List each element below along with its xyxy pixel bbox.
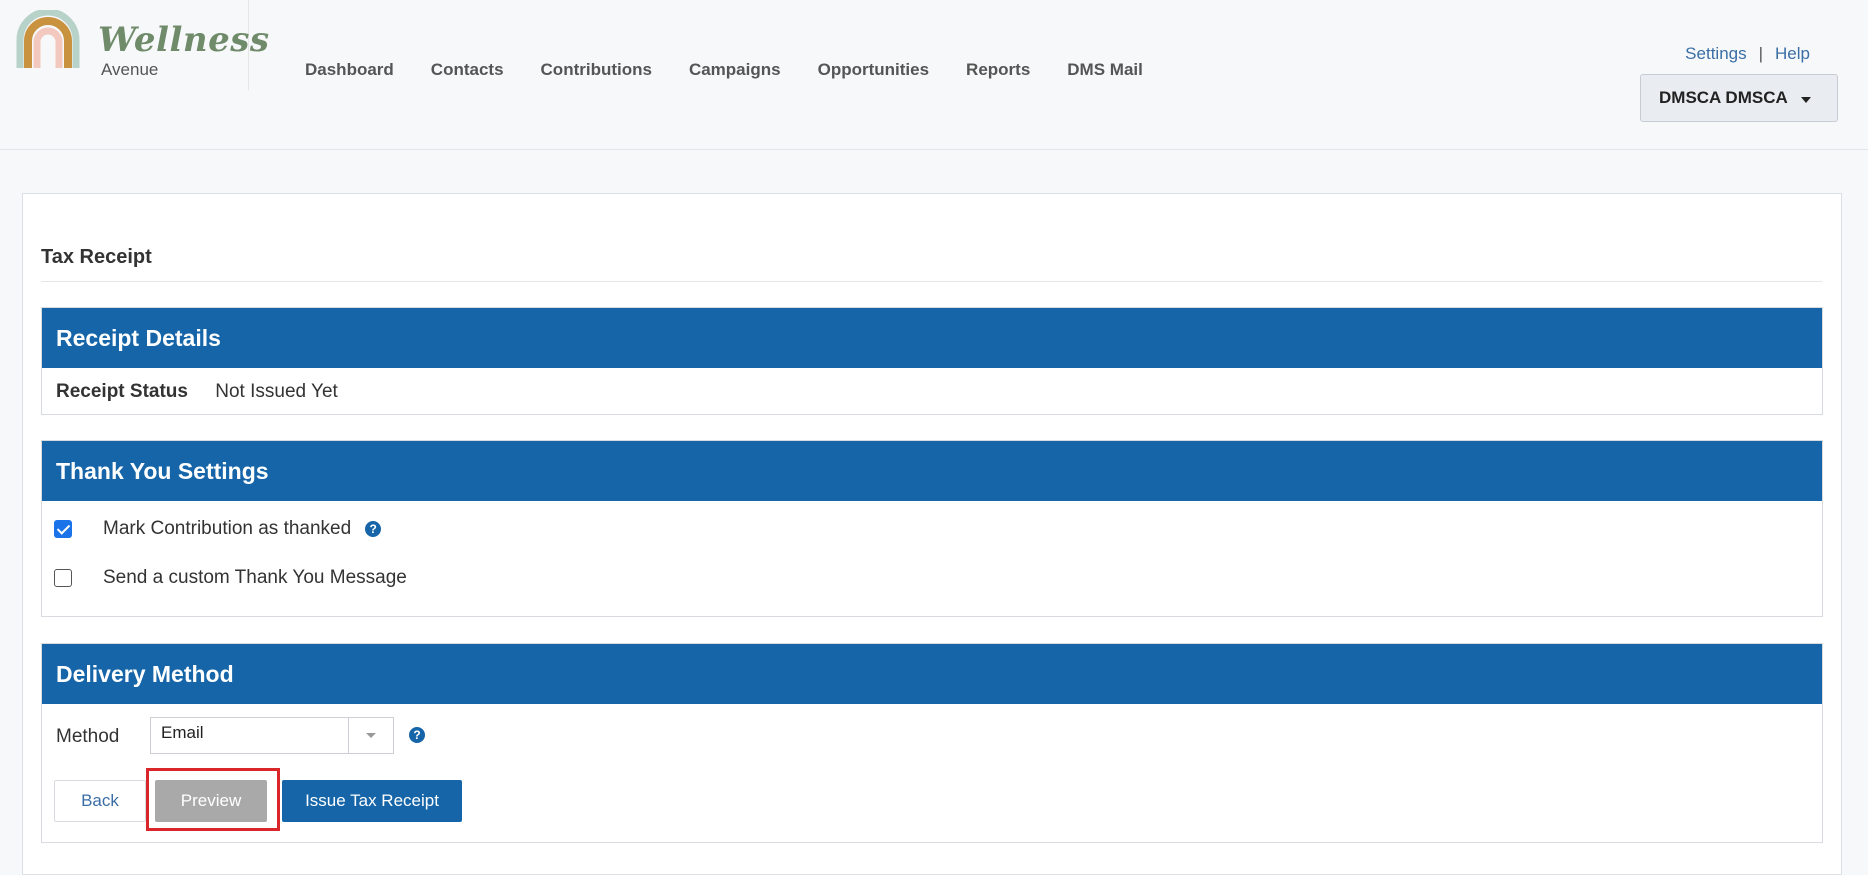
method-label: Method	[56, 726, 120, 747]
mark-thanked-row: Mark Contribution as thanked ?	[54, 518, 382, 540]
caret-down-icon	[1801, 97, 1811, 103]
custom-message-label: Send a custom Thank You Message	[103, 567, 407, 588]
receipt-status-label: Receipt Status	[56, 381, 188, 402]
help-icon[interactable]: ?	[365, 521, 382, 537]
logo-sub-text: Avenue	[101, 60, 159, 79]
thank-you-settings-panel: Thank You Settings Mark Contribution as …	[41, 440, 1823, 617]
nav-contacts[interactable]: Contacts	[431, 60, 504, 80]
link-separator: |	[1758, 44, 1764, 63]
delivery-method-heading: Delivery Method	[42, 644, 1822, 704]
custom-message-checkbox[interactable]	[54, 569, 72, 587]
mark-thanked-label: Mark Contribution as thanked	[103, 518, 352, 539]
chevron-down-icon	[366, 733, 376, 738]
nav-reports[interactable]: Reports	[966, 60, 1030, 80]
rainbow-icon	[16, 10, 80, 68]
nav-contributions[interactable]: Contributions	[541, 60, 652, 80]
user-menu-label: DMSCA DMSCA	[1659, 88, 1788, 107]
select-divider	[348, 718, 349, 753]
logo-script-text: Wellness	[98, 20, 270, 60]
mark-thanked-checkbox[interactable]	[54, 520, 72, 538]
issue-tax-receipt-button[interactable]: Issue Tax Receipt	[282, 780, 462, 822]
receipt-details-panel: Receipt Details Receipt Status Not Issue…	[41, 307, 1823, 415]
nav-campaigns[interactable]: Campaigns	[689, 60, 781, 80]
title-divider	[41, 281, 1822, 282]
method-help-icon[interactable]: ?	[409, 727, 425, 743]
method-select[interactable]: Email	[150, 717, 394, 754]
app-header: Wellness Avenue Dashboard Contacts Contr…	[0, 0, 1868, 150]
top-links: Settings | Help	[1685, 44, 1810, 64]
main-nav: Dashboard Contacts Contributions Campaig…	[305, 60, 1180, 80]
user-menu-button[interactable]: DMSCA DMSCA	[1640, 74, 1838, 122]
nav-dashboard[interactable]: Dashboard	[305, 60, 394, 80]
receipt-status-row: Receipt Status Not Issued Yet	[56, 381, 338, 403]
nav-opportunities[interactable]: Opportunities	[818, 60, 929, 80]
nav-dms-mail[interactable]: DMS Mail	[1067, 60, 1143, 80]
method-select-value: Email	[161, 723, 204, 742]
custom-message-row: Send a custom Thank You Message	[54, 567, 407, 589]
settings-link[interactable]: Settings	[1685, 44, 1746, 64]
receipt-details-heading: Receipt Details	[42, 308, 1822, 368]
thank-you-settings-heading: Thank You Settings	[42, 441, 1822, 501]
page-title: Tax Receipt	[41, 246, 152, 268]
receipt-status-value: Not Issued Yet	[215, 381, 338, 402]
wellness-avenue-logo[interactable]: Wellness Avenue	[0, 0, 269, 90]
back-button[interactable]: Back	[54, 780, 146, 822]
preview-button[interactable]: Preview	[155, 780, 267, 822]
help-link[interactable]: Help	[1775, 44, 1810, 64]
delivery-method-panel: Delivery Method Method Email ? Back Prev…	[41, 643, 1823, 843]
